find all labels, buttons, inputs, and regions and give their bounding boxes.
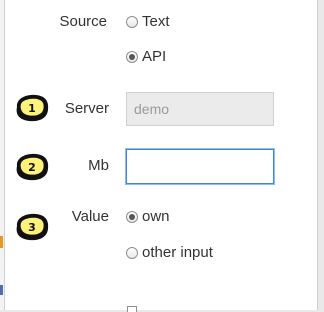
source-api-radio[interactable]	[126, 50, 138, 63]
value-own-label: own	[142, 208, 170, 225]
source-option-api[interactable]: API	[126, 48, 166, 65]
value-other-input-radio[interactable]	[126, 246, 138, 259]
svg-text:1: 1	[28, 102, 36, 115]
numbered-badge-icon: 2	[16, 153, 49, 181]
server-input[interactable]	[126, 92, 274, 126]
svg-text:3: 3	[28, 221, 36, 234]
mb-label: Mb	[88, 157, 109, 174]
source-label: Source	[59, 13, 107, 30]
source-option-text[interactable]: Text	[126, 13, 170, 30]
source-text-label: Text	[142, 13, 170, 30]
partial-checkbox[interactable]	[127, 306, 137, 312]
server-label: Server	[64, 100, 109, 117]
value-option-own[interactable]: own	[126, 208, 170, 225]
numbered-badge-icon: 1	[16, 94, 49, 122]
value-own-radio[interactable]	[126, 210, 138, 223]
value-label: Value	[71, 208, 109, 225]
value-option-other-input[interactable]: other input	[126, 244, 213, 261]
source-api-label: API	[142, 48, 167, 65]
svg-text:2: 2	[28, 161, 36, 174]
source-text-radio[interactable]	[126, 15, 138, 28]
background-accent	[0, 236, 3, 248]
form-dialog: Source Text API 1 Server 2 Mb 3 Value ow…	[4, 0, 318, 312]
value-other-input-label: other input	[142, 244, 213, 261]
mb-input[interactable]	[126, 149, 274, 184]
numbered-badge-icon: 3	[16, 213, 49, 241]
background-accent-blue	[0, 285, 3, 295]
